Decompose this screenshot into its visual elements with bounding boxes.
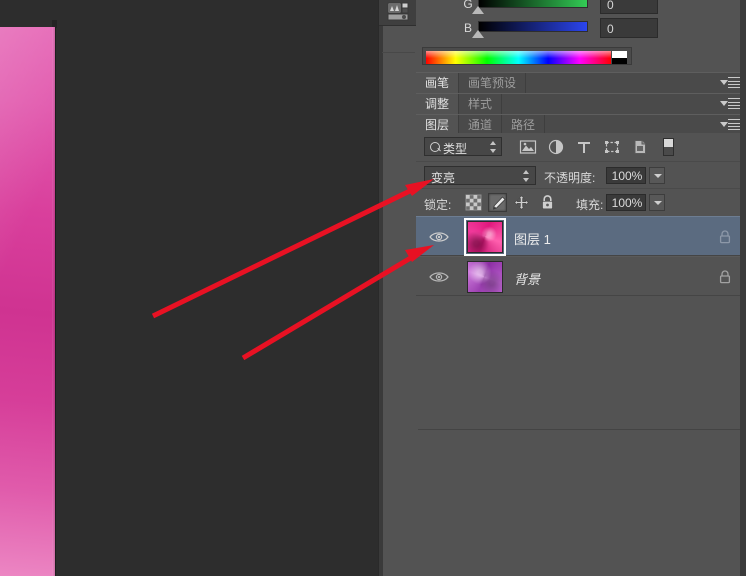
adjustment-layer-filter-icon[interactable]	[547, 138, 565, 156]
layer-thumbnail[interactable]	[467, 261, 503, 293]
eye-icon[interactable]	[428, 270, 450, 284]
dock-top-cell[interactable]	[379, 0, 417, 26]
blend-mode-value: 变亮	[431, 171, 456, 185]
chevron-updown-icon	[523, 170, 530, 182]
ramp-white-black-swatch[interactable]	[612, 51, 627, 64]
green-value-field[interactable]: 0	[600, 0, 658, 14]
layer-filter-type-label: 类型	[443, 142, 468, 156]
pixel-layer-filter-icon[interactable]	[519, 138, 537, 156]
histogram-panel-icon[interactable]	[386, 2, 410, 22]
fill-value: 100%	[611, 196, 643, 210]
smart-object-filter-icon[interactable]	[631, 138, 649, 156]
search-icon	[430, 142, 440, 152]
photoshop-window: G 0 B 0 画笔 画笔预设 调整 样式 图层 通道 路径 类型 变亮 不透明…	[0, 0, 746, 576]
white-swatch[interactable]	[612, 51, 627, 58]
lock-indicator-icon	[718, 229, 732, 245]
color-ramp[interactable]	[426, 51, 611, 64]
layer-list: 图层 1 背景	[416, 216, 746, 428]
brush-panel-menu-icon[interactable]	[720, 77, 740, 89]
lock-row: 锁定: 填充: 100%	[416, 188, 746, 216]
adjustments-panel-menu-icon[interactable]	[720, 98, 740, 110]
opacity-label: 不透明度:	[544, 171, 596, 185]
eye-icon[interactable]	[428, 230, 450, 244]
dock-edge	[379, 0, 383, 576]
layer-name[interactable]: 图层 1	[514, 229, 551, 248]
document-canvas-area[interactable]	[0, 0, 378, 576]
adjustments-panel-tabbar[interactable]: 调整 样式	[416, 93, 746, 116]
layers-panel: 类型 变亮 不透明度: 100% 锁定: 填充: 100% 图层 1 背景	[416, 133, 746, 576]
table-row[interactable]: 背景	[416, 256, 746, 296]
layer-list-empty-area[interactable]	[418, 429, 744, 575]
lock-indicator-icon	[718, 269, 732, 285]
right-panel-column: G 0 B 0 画笔 画笔预设 调整 样式 图层 通道 路径 类型 变亮 不透明…	[416, 0, 746, 576]
type-layer-filter-icon[interactable]	[575, 138, 593, 156]
blue-slider-track[interactable]	[478, 21, 588, 32]
color-panel: G 0 B 0	[416, 0, 746, 72]
green-slider-track[interactable]	[478, 0, 588, 8]
opacity-field[interactable]: 100%	[606, 167, 646, 184]
lock-transparent-pixels-icon[interactable]	[464, 193, 483, 212]
blue-value: 0	[607, 22, 614, 36]
dock-divider	[382, 52, 415, 53]
opacity-value: 100%	[611, 169, 643, 183]
blue-value-field[interactable]: 0	[600, 18, 658, 38]
layer-filter-row: 类型	[416, 133, 746, 161]
blend-mode-select[interactable]: 变亮	[424, 166, 536, 185]
lock-label: 锁定:	[424, 198, 452, 212]
black-swatch[interactable]	[612, 58, 627, 64]
green-slider-row[interactable]: G 0	[416, 0, 746, 20]
panel-right-edge	[740, 0, 746, 576]
brush-panel-tabbar[interactable]: 画笔 画笔预设	[416, 72, 746, 95]
table-row[interactable]: 图层 1	[416, 216, 746, 256]
layers-panel-menu-icon[interactable]	[720, 119, 740, 131]
layer-name[interactable]: 背景	[514, 269, 540, 288]
fill-field[interactable]: 100%	[606, 194, 646, 211]
color-ramp-wrapper[interactable]	[422, 47, 632, 65]
blend-mode-row: 变亮 不透明度: 100%	[416, 161, 746, 189]
tab-adjustments[interactable]: 调整	[416, 94, 460, 115]
canvas-image[interactable]	[0, 27, 56, 576]
tab-styles[interactable]: 样式	[459, 94, 503, 115]
tab-brush[interactable]: 画笔	[416, 73, 460, 94]
opacity-dropdown-button[interactable]	[649, 167, 665, 184]
green-slider-thumb[interactable]	[472, 6, 484, 14]
lock-position-icon[interactable]	[512, 193, 531, 212]
blue-slider-row[interactable]: B 0	[416, 18, 746, 44]
filter-enable-toggle[interactable]	[663, 138, 674, 156]
fill-label: 填充:	[576, 198, 604, 212]
shape-layer-filter-icon[interactable]	[603, 138, 621, 156]
fill-dropdown-button[interactable]	[649, 194, 665, 211]
layer-thumbnail[interactable]	[464, 218, 506, 256]
collapsed-dock-strip[interactable]	[378, 0, 418, 576]
tab-brush-presets[interactable]: 画笔预设	[459, 73, 527, 94]
layer-filter-type-select[interactable]: 类型	[424, 137, 502, 156]
green-value: 0	[607, 0, 614, 12]
chevron-updown-icon	[490, 141, 497, 153]
blue-slider-thumb[interactable]	[472, 30, 484, 38]
lock-all-icon[interactable]	[538, 193, 557, 212]
lock-image-pixels-icon[interactable]	[488, 193, 507, 212]
